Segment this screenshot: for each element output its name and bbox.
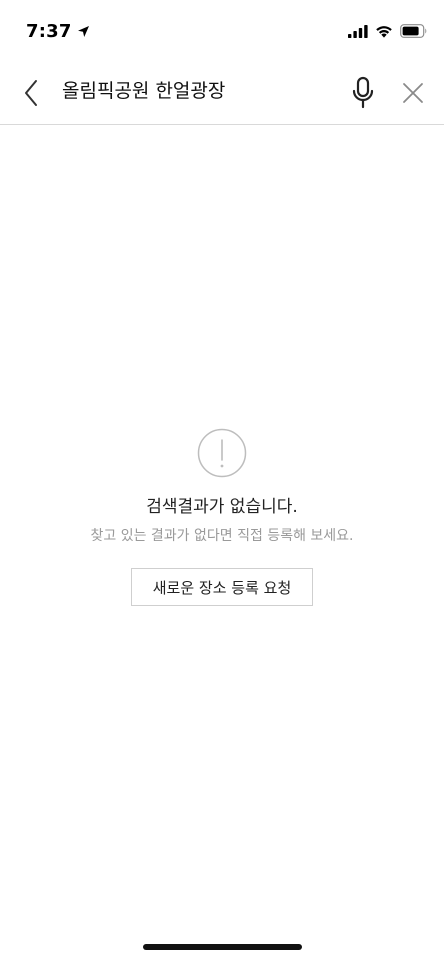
cellular-signal-icon — [348, 24, 368, 38]
status-icons — [348, 24, 428, 38]
status-time-group: 7:37 — [26, 21, 90, 42]
battery-icon — [400, 24, 427, 38]
status-bar: 7:37 — [0, 0, 444, 64]
search-input[interactable]: 올림픽공원 한얼광장 — [62, 78, 225, 104]
search-header: 올림픽공원 한얼광장 — [0, 64, 444, 125]
microphone-icon — [352, 76, 374, 109]
screen: 7:37 올림픽공원 한얼광장 검색결과가 없습니다. 찾고 있는 결과가 없다… — [0, 0, 444, 961]
empty-description: 찾고 있는 결과가 없다면 직접 등록해 보세요. — [90, 528, 354, 544]
request-new-place-button[interactable]: 새로운 장소 등록 요청 — [131, 568, 313, 606]
close-icon — [403, 83, 423, 103]
location-arrow-icon — [77, 26, 89, 37]
voice-search-button[interactable] — [348, 74, 378, 112]
clear-search-button[interactable] — [398, 76, 428, 110]
home-indicator[interactable] — [143, 944, 302, 950]
status-time: 7:37 — [26, 21, 72, 42]
alert-circle-icon — [197, 428, 247, 478]
empty-state: 검색결과가 없습니다. 찾고 있는 결과가 없다면 직접 등록해 보세요. 새로… — [0, 428, 444, 606]
chevron-left-icon — [25, 80, 37, 106]
back-button[interactable] — [16, 76, 46, 110]
wifi-icon — [376, 25, 392, 38]
empty-title: 검색결과가 없습니다. — [146, 497, 298, 517]
